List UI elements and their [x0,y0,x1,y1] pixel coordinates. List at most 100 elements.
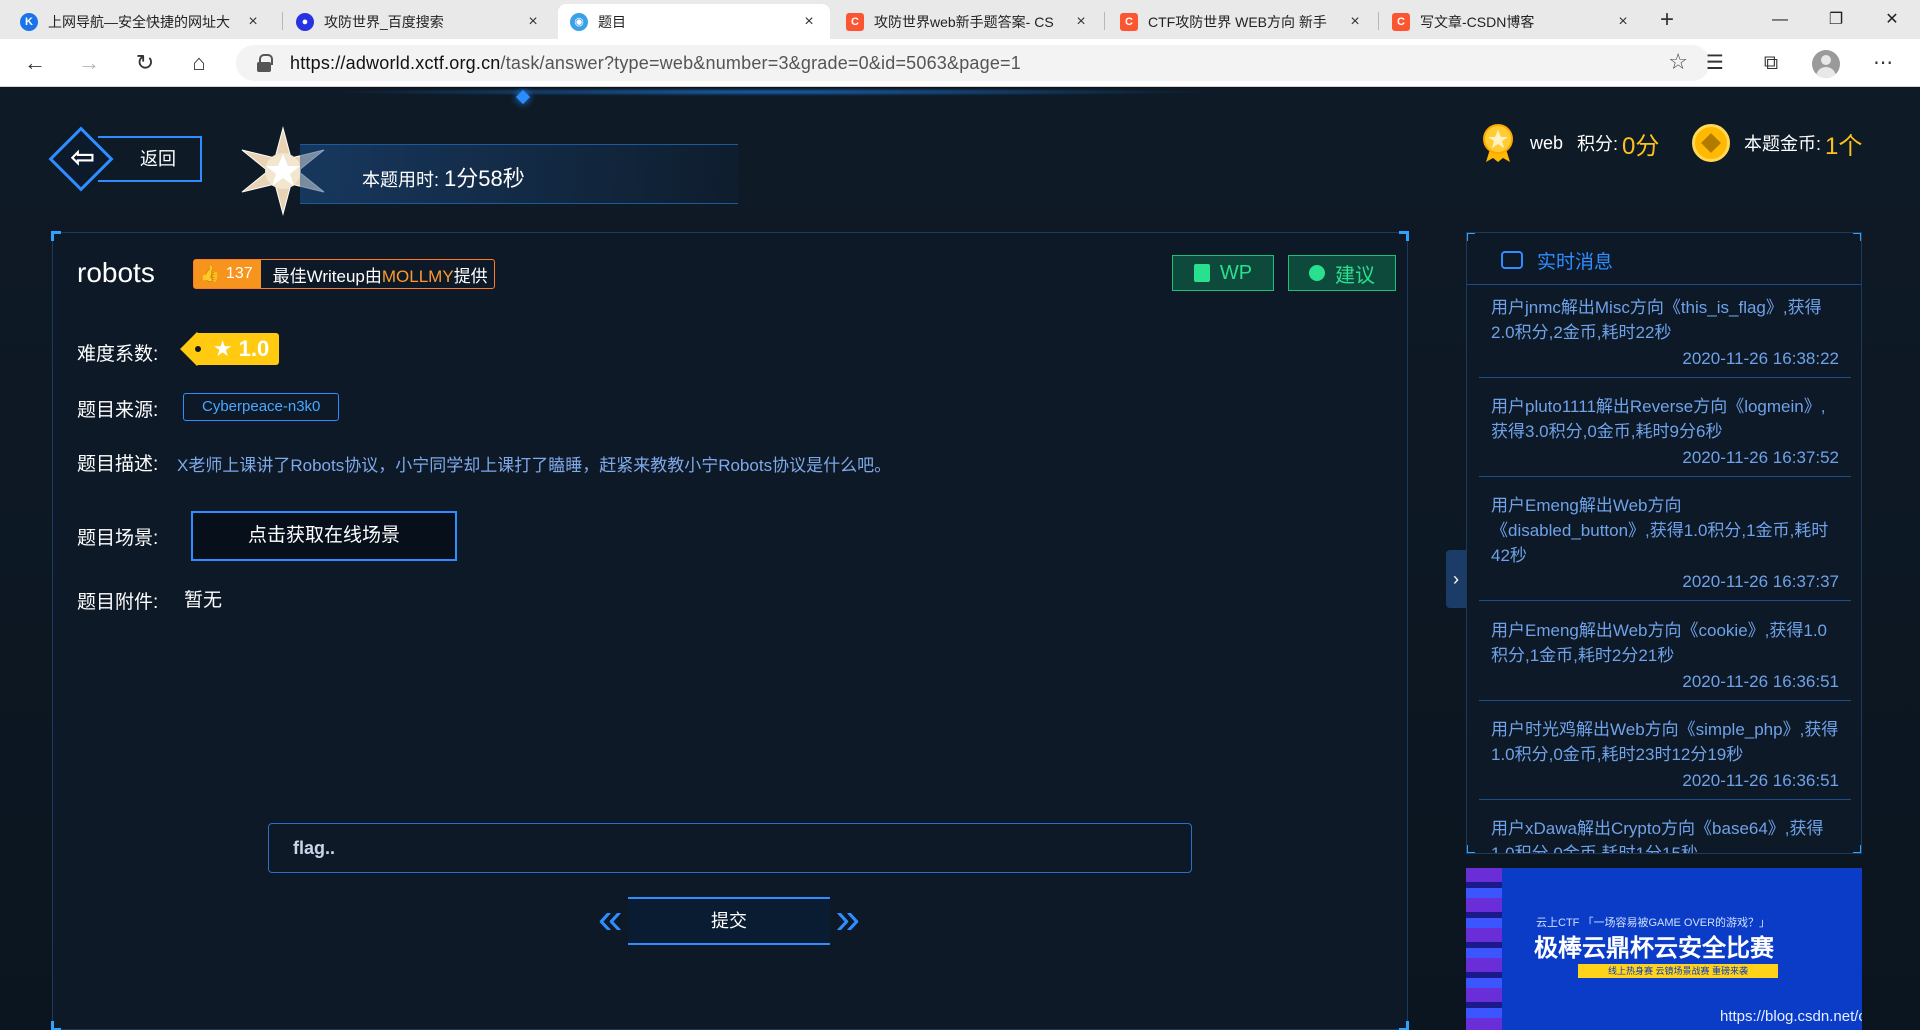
message-text: 用户Emeng解出Web方向《disabled_button》,获得1.0积分,… [1491,496,1829,565]
close-tab-icon[interactable]: × [1072,13,1090,31]
tab-divider [1104,12,1105,30]
browser-tab-active[interactable]: ◉ 题目 × [558,4,830,39]
corner-decoration [51,231,61,241]
message-item: 用户时光鸡解出Web方向《simple_php》,获得1.0积分,0金币,耗时2… [1479,707,1851,800]
message-time: 2020-11-26 16:38:22 [1682,349,1839,368]
description-label: 题目描述: [77,454,159,475]
csdn-c-icon: C [1392,12,1410,31]
close-tab-icon[interactable]: × [524,13,542,31]
tab-title: 攻防世界_百度搜索 [324,13,444,30]
watermark-text: https://blog.csdn.net/chtdgf [1720,1008,1862,1025]
k-icon: K [20,12,38,31]
browser-tab[interactable]: ● 攻防世界_百度搜索 × [284,4,554,39]
new-tab-button[interactable]: + [1650,6,1684,36]
suggest-button[interactable]: 建议 [1288,255,1396,291]
corner-decoration [1853,845,1861,853]
home-icon[interactable]: ⌂ [182,47,216,79]
web-score: web 积分: 0分 [1480,118,1659,168]
timer-label: 本题用时: [362,170,445,190]
address-bar-row: ← → ↻ ⌂ https://adworld.xctf.org.cn/task… [0,39,1920,87]
difficulty-label: 难度系数: [77,344,159,365]
ad-pixel-strip [1466,868,1502,1030]
submit-label: 提交 [628,897,830,945]
suggest-label: 建议 [1335,264,1375,287]
timer-bar: 本题用时: 1分58秒 [300,144,738,204]
message-item: 用户jnmc解出Misc方向《this_is_flag》,获得2.0积分,2金币… [1479,285,1851,378]
minimize-icon[interactable]: — [1752,0,1808,39]
submit-button[interactable]: « 提交 » [598,893,860,949]
ad-tagline: 线上热身赛 云镜场景战赛 重磅来袭 [1578,964,1778,978]
best-writeup-badge[interactable]: 👍 137 最佳Writeup由MOLLMY提供 [193,259,495,289]
live-messages-title: 实时消息 [1537,252,1614,273]
score-category: web [1530,132,1564,153]
back-button-label: 返回 [98,136,202,182]
url-path: /task/answer?type=web&number=3&grade=0&i… [500,52,1021,73]
maximize-icon[interactable]: ❐ [1808,0,1864,39]
url-field[interactable]: https://adworld.xctf.org.cn/task/answer?… [236,45,1710,81]
ad-banner[interactable]: 云上CTF 「一场容易被GAME OVER的游戏？」 极棒云鼎杯云安全比赛 线上… [1466,868,1862,1030]
writeup-author[interactable]: MOLLMY [382,267,454,286]
corner-decoration [51,1021,61,1030]
like-count[interactable]: 👍 137 [194,260,261,288]
favorites-list-icon[interactable]: ☰ [1700,49,1730,77]
message-time: 2020-11-26 16:37:37 [1682,572,1839,591]
csdn-c-icon: C [846,12,864,31]
message-time: 2020-11-26 16:36:51 [1682,771,1839,790]
submit-left-chevron-icon: « [598,894,623,943]
sidebar-toggle-chevron-icon[interactable]: › [1446,550,1466,608]
source-tag[interactable]: Cyberpeace-n3k0 [183,393,340,421]
attachment-label: 题目附件: [77,592,159,613]
tab-divider [1378,12,1379,30]
browser-tab[interactable]: C 攻防世界web新手题答案- CS × [834,4,1102,39]
forward-arrow-icon[interactable]: → [72,47,106,79]
flag-input[interactable]: flag.. [268,823,1192,873]
writeup-suffix: 提供 [453,266,488,286]
more-menu-icon[interactable]: ⋯ [1868,49,1898,77]
coin-icon [1692,124,1730,162]
favorite-star-icon[interactable]: ☆ [1668,49,1688,75]
tab-title: 题目 [598,13,626,30]
reload-icon[interactable]: ↻ [128,47,162,79]
score-value: 0分 [1622,132,1660,160]
url-text: https://adworld.xctf.org.cn/task/answer?… [290,53,1021,74]
tab-title: 上网导航—安全快捷的网址大 [48,13,230,30]
task-panel: robots 👍 137 最佳Writeup由MOLLMY提供 WP 建议 难度… [51,231,1409,1030]
submit-right-chevron-icon: » [835,894,860,943]
tab-divider [282,12,283,30]
url-host: https://adworld.xctf.org.cn [290,52,501,73]
lightbulb-icon [1309,265,1325,281]
wp-button[interactable]: WP [1172,255,1274,291]
gold-label: 本题金币: [1744,134,1822,154]
csdn-c-icon: C [1120,12,1138,31]
back-arrow-icon[interactable]: ← [18,47,52,79]
attachment-value: 暂无 [184,590,223,611]
gold-coins: 本题金币: 1个 [1692,118,1862,168]
close-tab-icon[interactable]: × [244,13,262,31]
browser-tab[interactable]: C CTF攻防世界 WEB方向 新手 × [1108,4,1376,39]
thumbs-up-icon: 👍 [200,266,220,283]
source-label: 题目来源: [77,400,159,421]
back-button[interactable]: ⇦ 返回 [48,126,202,192]
close-tab-icon[interactable]: × [1614,13,1632,31]
close-tab-icon[interactable]: × [800,13,818,31]
score-label: 积分: [1577,134,1619,154]
message-item: 用户Emeng解出Web方向《disabled_button》,获得1.0积分,… [1479,483,1851,601]
timer-text: 本题用时: 1分58秒 [362,161,525,193]
corner-decoration [1399,231,1409,241]
close-tab-icon[interactable]: × [1346,13,1364,31]
ad-title: 极棒云鼎杯云安全比赛 [1534,935,1774,962]
live-messages-panel: 实时消息 用户jnmc解出Misc方向《this_is_flag》,获得2.0积… [1466,232,1862,854]
get-scene-button[interactable]: 点击获取在线场景 [191,511,457,561]
browser-tab[interactable]: C 写文章-CSDN博客 × [1380,4,1644,39]
tab-title: 写文章-CSDN博客 [1420,13,1535,30]
browser-tab[interactable]: K 上网导航—安全快捷的网址大 × [8,4,274,39]
difficulty-tag: ★ 1.0 [180,332,279,366]
message-text: 用户Emeng解出Web方向《cookie》,获得1.0积分,1金币,耗时2分2… [1491,621,1828,665]
close-window-icon[interactable]: ✕ [1864,0,1920,39]
baidu-paw-icon: ● [296,12,314,31]
profile-avatar[interactable] [1812,50,1840,78]
message-text: 用户jnmc解出Misc方向《this_is_flag》,获得2.0积分,2金币… [1491,298,1822,342]
collections-icon[interactable]: ⧉ [1756,49,1786,77]
medal-icon [1483,124,1513,162]
live-messages-header: 实时消息 [1467,233,1861,285]
